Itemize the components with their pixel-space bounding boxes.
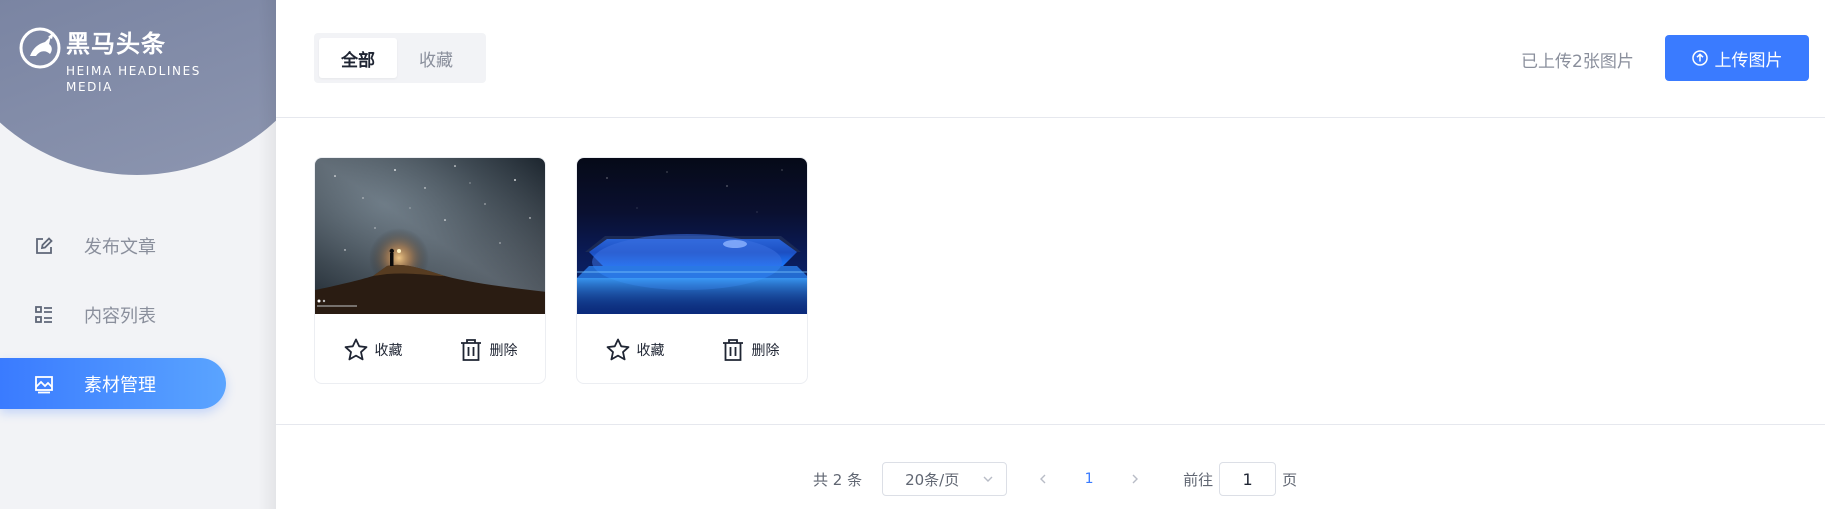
list-icon bbox=[34, 305, 54, 325]
upload-button-label: 上传图片 bbox=[1714, 50, 1783, 71]
content-divider bbox=[276, 424, 1825, 425]
favorite-button[interactable]: 收藏 bbox=[315, 337, 430, 363]
sidebar-item-label: 内容列表 bbox=[84, 305, 156, 327]
sidebar: 黑马头条 HEIMA HEADLINES MEDIA 发布文章 内容列表 素材管… bbox=[0, 0, 276, 509]
favorite-button[interactable]: 收藏 bbox=[577, 337, 692, 363]
trash-icon bbox=[460, 338, 481, 361]
sidebar-nav: 发布文章 内容列表 素材管理 bbox=[0, 220, 276, 427]
material-thumbnail[interactable] bbox=[577, 158, 807, 314]
star-icon bbox=[344, 338, 367, 360]
arrow-up-circle-icon bbox=[1691, 50, 1708, 66]
sidebar-item-label: 发布文章 bbox=[84, 236, 156, 258]
chevron-left-icon bbox=[1040, 474, 1046, 484]
page-size-value: 20条/页 bbox=[905, 470, 960, 489]
sidebar-item-content-list[interactable]: 内容列表 bbox=[0, 289, 276, 340]
app-root: 黑马头条 HEIMA HEADLINES MEDIA 发布文章 内容列表 素材管… bbox=[0, 0, 1825, 509]
favorite-label: 收藏 bbox=[636, 342, 665, 359]
trash-icon bbox=[722, 338, 743, 361]
next-page-button[interactable] bbox=[1121, 462, 1149, 496]
brand-text: 黑马头条 HEIMA HEADLINES MEDIA bbox=[66, 26, 216, 95]
page-number[interactable]: 1 bbox=[1075, 462, 1103, 496]
star-icon bbox=[606, 338, 629, 360]
material-toolbar: 全部 收藏 已上传2张图片 上传图片 bbox=[276, 0, 1825, 118]
sidebar-item-label: 素材管理 bbox=[84, 374, 156, 396]
night-sky-person-photo bbox=[315, 158, 545, 314]
card-actions: 收藏 删除 bbox=[315, 314, 545, 383]
material-card: 收藏 删除 bbox=[576, 157, 808, 384]
delete-label: 删除 bbox=[751, 342, 780, 359]
brand-logo[interactable]: 黑马头条 HEIMA HEADLINES MEDIA bbox=[18, 26, 216, 95]
page-size-select[interactable]: 20条/页 bbox=[882, 462, 1008, 496]
goto-suffix: 页 bbox=[1282, 470, 1298, 489]
card-actions: 收藏 删除 bbox=[577, 314, 807, 383]
chevron-down-icon bbox=[983, 476, 993, 482]
delete-button[interactable]: 删除 bbox=[430, 337, 545, 363]
sidebar-item-material-management[interactable]: 素材管理 bbox=[0, 358, 226, 409]
prev-page-button[interactable] bbox=[1029, 462, 1057, 496]
blue-phone-display-photo bbox=[577, 169, 807, 314]
tab-all[interactable]: 全部 bbox=[319, 38, 397, 78]
favorite-label: 收藏 bbox=[374, 342, 403, 359]
delete-label: 删除 bbox=[489, 342, 518, 359]
pagination-total: 共 2 条 bbox=[813, 470, 863, 489]
material-thumbnail[interactable] bbox=[315, 158, 545, 314]
horse-logo-icon bbox=[19, 27, 61, 69]
image-icon bbox=[34, 374, 54, 394]
goto-label: 前往 bbox=[1183, 470, 1214, 489]
upload-count-text: 已上传2张图片 bbox=[1521, 52, 1634, 72]
tab-favorites[interactable]: 收藏 bbox=[397, 38, 475, 78]
chevron-right-icon bbox=[1132, 474, 1139, 484]
sidebar-item-publish-article[interactable]: 发布文章 bbox=[0, 220, 276, 271]
pagination: 共 2 条 20条/页 1 前往 1 页 bbox=[813, 462, 1297, 496]
material-grid: 收藏 删除 收藏 删除 bbox=[314, 157, 838, 384]
material-card: 收藏 删除 bbox=[314, 157, 546, 384]
delete-button[interactable]: 删除 bbox=[692, 337, 807, 363]
upload-image-button[interactable]: 上传图片 bbox=[1665, 35, 1809, 81]
brand-name-en: HEIMA HEADLINES MEDIA bbox=[66, 64, 201, 94]
filter-tabs: 全部 收藏 bbox=[314, 33, 486, 83]
main-content: 全部 收藏 已上传2张图片 上传图片 收藏 删除 收藏 删除 共 2 条 20条… bbox=[276, 0, 1825, 509]
brand-name-cn: 黑马头条 bbox=[66, 30, 166, 58]
goto-page-input[interactable]: 1 bbox=[1219, 462, 1277, 496]
edit-icon bbox=[34, 236, 54, 256]
